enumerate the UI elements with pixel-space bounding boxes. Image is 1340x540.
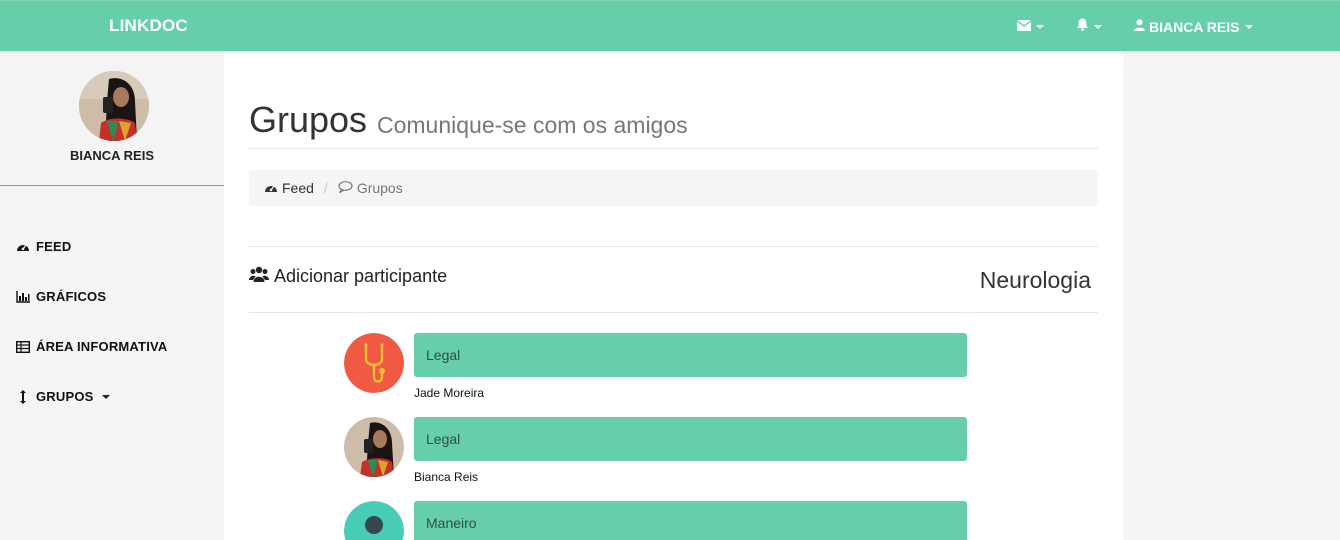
sidebar-item-feed[interactable]: FEED [16,239,71,254]
sidebar-item-grupos[interactable]: GRUPOS [16,389,110,404]
profile-name: BIANCA REIS [69,148,155,163]
sidebar-item-label: FEED [36,239,72,254]
sidebar-item-label: GRUPOS [36,389,94,404]
stethoscope-avatar [344,333,404,393]
user-name-label: BIANCA REIS [1149,18,1240,35]
sidebar-item-label: GRÁFICOS [36,289,107,304]
brand-logo[interactable]: LINKDOC [109,16,188,36]
messages-dropdown[interactable] [1016,1,1044,52]
page-header: Grupos Comunique-se com os amigos [249,99,1098,149]
bar-chart-icon [16,290,30,304]
breadcrumb: Feed / Grupos [249,170,1098,206]
right-blank-pane [1123,51,1340,540]
breadcrumb-separator: / [323,180,328,196]
chevron-down-icon [1094,24,1102,29]
sort-icon [16,389,30,404]
page-subtitle: Comunique-se com os amigos [377,112,688,138]
top-navbar: LINKDOC BIANCA REIS [0,0,1340,51]
user-menu-dropdown[interactable]: BIANCA REIS [1134,1,1253,52]
comment-icon [338,180,357,196]
users-icon [249,266,274,287]
sidebar-item-label: ÁREA INFORMATIVA [36,339,168,354]
table-icon [16,340,30,354]
envelope-icon [1016,18,1032,36]
dashboard-icon [16,240,30,254]
avatar[interactable] [79,71,149,141]
chevron-down-icon [1036,24,1044,29]
sidebar-item-graficos[interactable]: GRÁFICOS [16,289,106,304]
message-bubble: Legal [414,333,967,377]
silhouette-avatar [344,501,404,540]
dashboard-icon [264,180,282,196]
breadcrumb-current: Grupos [338,180,403,196]
add-participant-button[interactable]: Adicionar participante [249,266,447,287]
main-content: Grupos Comunique-se com os amigos Feed /… [224,51,1123,540]
notifications-dropdown[interactable] [1076,1,1102,52]
sidebar-divider [0,185,224,186]
breadcrumb-label: Grupos [356,180,403,196]
add-participant-label: Adicionar participante [274,266,448,286]
user-icon [1134,18,1145,36]
user-photo-avatar [344,417,404,477]
chevron-down-icon [101,394,110,399]
bell-icon [1076,18,1089,36]
page-title: Grupos [249,99,368,140]
breadcrumb-feed-link[interactable]: Feed [264,180,314,196]
sidebar: BIANCA REIS FEED GRÁFICOS ÁREA INFORMATI… [0,51,224,540]
breadcrumb-label: Feed [282,180,314,196]
group-toolbar: Adicionar participante Neurologia [249,246,1098,313]
group-name: Neurologia [979,267,1091,293]
chevron-down-icon [1244,24,1253,29]
message-author: Bianca Reis [414,470,479,484]
sidebar-item-area-informativa[interactable]: ÁREA INFORMATIVA [16,339,168,354]
message-bubble: Legal [414,417,967,461]
message-bubble: Maneiro [414,501,967,540]
message-author: Jade Moreira [414,386,485,400]
